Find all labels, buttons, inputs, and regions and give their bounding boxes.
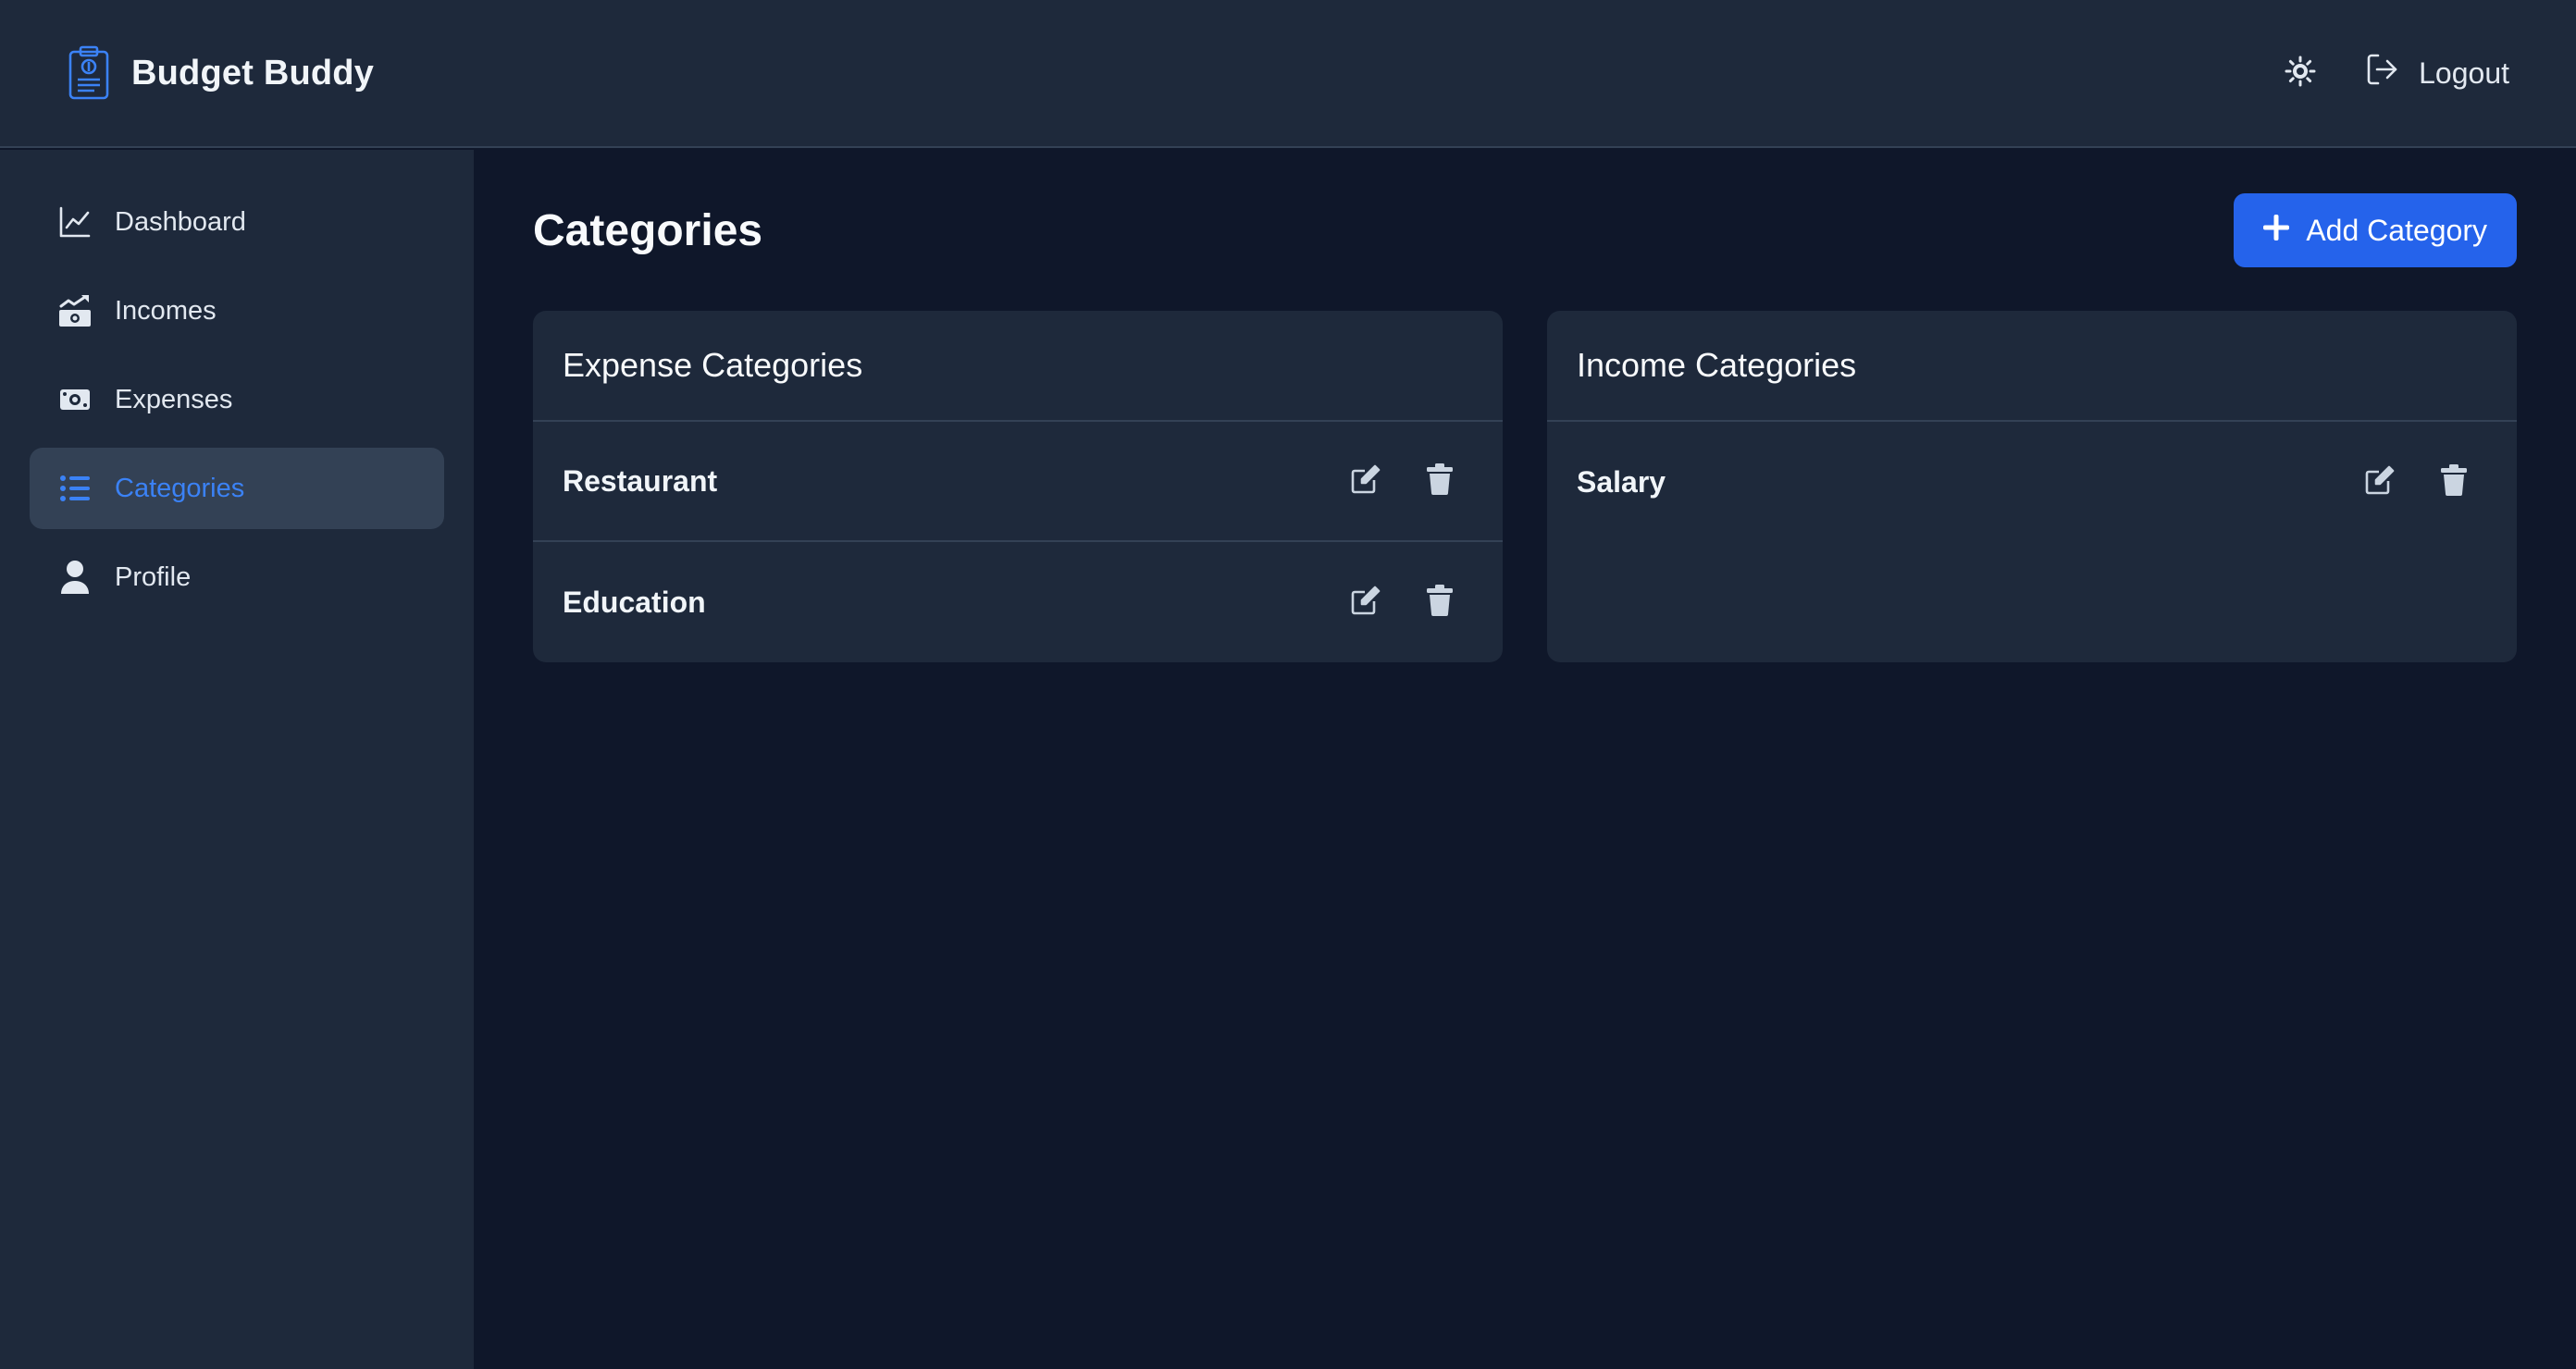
category-cards: Expense Categories Restaurant Education … — [533, 311, 2517, 662]
sidebar-item-incomes[interactable]: Incomes — [30, 270, 444, 352]
sidebar-item-label: Dashboard — [115, 206, 246, 237]
sidebar-item-label: Incomes — [115, 295, 217, 326]
logout-button[interactable]: Logout — [2365, 52, 2509, 94]
delete-button[interactable] — [1423, 584, 1456, 621]
add-category-button[interactable]: Add Category — [2234, 193, 2517, 267]
sidebar-item-label: Expenses — [115, 384, 233, 414]
sidebar-item-categories[interactable]: Categories — [30, 448, 444, 529]
row-actions — [1349, 584, 1473, 621]
theme-toggle-button[interactable] — [2278, 51, 2322, 95]
card-title: Income Categories — [1547, 311, 2517, 422]
top-actions: Logout — [2278, 51, 2509, 95]
money-bill-icon — [57, 382, 93, 417]
sidebar-item-expenses[interactable]: Expenses — [30, 359, 444, 440]
edit-button[interactable] — [1349, 586, 1382, 619]
money-up-icon — [57, 293, 93, 328]
category-name: Salary — [1577, 464, 1666, 499]
expense-categories-card: Expense Categories Restaurant Education — [533, 311, 1503, 662]
clipboard-dollar-icon — [67, 44, 111, 102]
list-item: Restaurant — [533, 422, 1503, 542]
sidebar-item-label: Categories — [115, 473, 245, 503]
list-item: Salary — [1547, 422, 2517, 542]
edit-icon — [2364, 464, 2396, 500]
user-icon — [57, 560, 93, 595]
delete-button[interactable] — [2437, 463, 2471, 500]
sidebar-item-label: Profile — [115, 561, 192, 592]
row-actions — [2363, 463, 2487, 500]
card-title: Expense Categories — [533, 311, 1503, 422]
app-title: Budget Buddy — [131, 53, 375, 92]
category-name: Restaurant — [563, 463, 718, 498]
edit-button[interactable] — [1349, 464, 1382, 498]
trash-icon — [1426, 584, 1454, 621]
income-categories-card: Income Categories Salary — [1547, 311, 2517, 662]
page-title: Categories — [533, 205, 763, 255]
trash-icon — [1426, 462, 1454, 500]
main-content: Categories Add Category Expense Categori… — [533, 150, 2517, 1369]
row-actions — [1349, 462, 1473, 500]
delete-button[interactable] — [1423, 462, 1456, 500]
sidebar-item-dashboard[interactable]: Dashboard — [30, 181, 444, 263]
logout-label: Logout — [2419, 56, 2509, 90]
edit-button[interactable] — [2363, 465, 2396, 499]
edit-icon — [1350, 463, 1381, 500]
sidebar-item-profile[interactable]: Profile — [30, 536, 444, 618]
edit-icon — [1350, 585, 1381, 621]
sun-icon — [2285, 56, 2316, 92]
logout-icon — [2365, 52, 2400, 94]
list-item: Education — [533, 542, 1503, 662]
list-icon — [57, 471, 93, 506]
sidebar: Dashboard Incomes Expenses Categories Pr… — [0, 150, 474, 1369]
category-name: Education — [563, 585, 706, 619]
trash-icon — [2440, 463, 2468, 500]
plus-icon — [2263, 214, 2290, 248]
add-category-label: Add Category — [2306, 213, 2487, 247]
line-chart-icon — [57, 204, 93, 240]
top-bar: Budget Buddy Logout — [0, 0, 2576, 148]
brand[interactable]: Budget Buddy — [67, 44, 374, 102]
page-header: Categories Add Category — [533, 192, 2517, 268]
